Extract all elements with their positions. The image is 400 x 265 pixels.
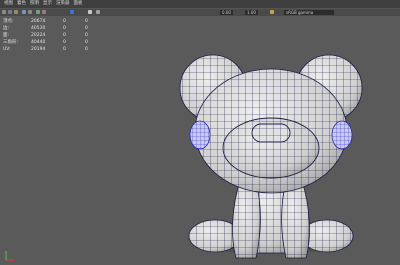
viewport-menubar: 视图 着色 照明 显示 渲染器 面板 — [0, 0, 400, 8]
lasso-icon[interactable] — [8, 10, 12, 14]
menu-shading[interactable]: 着色 — [17, 0, 26, 8]
menu-view[interactable]: 视图 — [4, 0, 13, 8]
exposure-field[interactable]: 0.00 — [220, 10, 233, 15]
hud-value: 0 — [85, 26, 88, 31]
move-icon[interactable] — [22, 10, 26, 14]
hud-value: 40440 — [31, 40, 46, 45]
axis-gizmo — [5, 251, 15, 261]
hud-value: 0 — [63, 19, 66, 24]
right-eye — [331, 120, 353, 150]
gamma-field[interactable]: 1.00 — [245, 10, 258, 15]
hud-label: UV: — [3, 47, 11, 52]
shadow-icon[interactable] — [96, 10, 100, 14]
hud-value: 0 — [63, 40, 66, 45]
light-icon[interactable] — [88, 10, 92, 14]
hud-value: 20674 — [31, 19, 46, 24]
hud-value: 20194 — [31, 47, 46, 52]
menu-show[interactable]: 显示 — [43, 0, 52, 8]
menu-panels[interactable]: 面板 — [74, 0, 83, 8]
grid-icon[interactable] — [36, 10, 40, 14]
viewport-3d[interactable] — [0, 16, 400, 265]
left-leg — [232, 180, 261, 259]
menu-renderer[interactable]: 渲染器 — [56, 0, 70, 8]
bear-model[interactable] — [0, 16, 400, 265]
hud-value: 0 — [85, 47, 88, 52]
hud-value: 0 — [63, 26, 66, 31]
hud-value: 40530 — [31, 26, 46, 31]
hud-label: 三角形: — [3, 40, 19, 45]
hud-value: 0 — [85, 19, 88, 24]
color-swatch-icon[interactable] — [270, 10, 274, 14]
menu-lighting[interactable]: 照明 — [30, 0, 39, 8]
wireframe-icon[interactable] — [42, 10, 46, 14]
paint-icon[interactable] — [14, 10, 18, 14]
color-space-dropdown[interactable]: sRGB gamma — [284, 10, 334, 15]
hud-value: 20224 — [31, 33, 46, 38]
camera-icon[interactable] — [28, 10, 32, 14]
hud-label: 面: — [3, 33, 10, 38]
select-icon[interactable] — [2, 10, 6, 14]
left-eye — [189, 120, 211, 150]
hud-label: 边: — [3, 26, 10, 31]
hud-value: 0 — [85, 40, 88, 45]
hud-label: 顶点: — [3, 19, 14, 24]
hud-value: 0 — [63, 47, 66, 52]
hud-value: 0 — [63, 33, 66, 38]
hud-value: 0 — [85, 33, 88, 38]
shading-icon[interactable] — [70, 10, 74, 14]
nose — [251, 123, 291, 143]
right-leg — [281, 180, 310, 259]
